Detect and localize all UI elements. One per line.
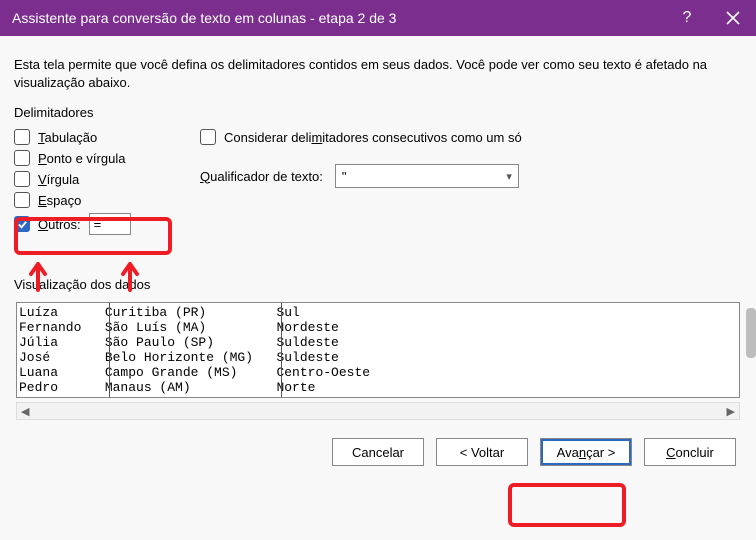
preview-row: Luana Campo Grande (MS) Centro-Oeste (19, 365, 737, 380)
close-icon (726, 11, 740, 25)
dialog-title: Assistente para conversão de texto em co… (12, 10, 664, 26)
checkbox-comma[interactable] (14, 171, 30, 187)
checkbox-consecutive-row[interactable]: Considerar delimitadores consecutivos co… (200, 128, 742, 146)
column-separator (109, 303, 110, 397)
checkbox-semicolon[interactable] (14, 150, 30, 166)
close-button[interactable] (710, 0, 756, 36)
scroll-left-icon[interactable]: ◀ (17, 405, 33, 418)
checkbox-consecutive[interactable] (200, 129, 216, 145)
checkbox-tab[interactable] (14, 129, 30, 145)
chevron-down-icon: ▾ (506, 170, 512, 183)
checkbox-space-label: Espaço (38, 193, 81, 208)
preview-row: Júlia São Paulo (SP) Suldeste (19, 335, 737, 350)
checkbox-consecutive-label: Considerar delimitadores consecutivos co… (224, 130, 522, 145)
checkbox-semicolon-label: Ponto e vírgula (38, 151, 125, 166)
checkbox-comma-row[interactable]: Vírgula (14, 170, 174, 188)
checkbox-semicolon-row[interactable]: Ponto e vírgula (14, 149, 174, 167)
checkbox-space[interactable] (14, 192, 30, 208)
checkbox-other[interactable] (14, 216, 30, 232)
text-qualifier-value: " (342, 169, 347, 184)
preview-row: José Belo Horizonte (MG) Suldeste (19, 350, 737, 365)
cancel-button[interactable]: Cancelar (332, 438, 424, 466)
delimiters-heading: Delimitadores (14, 105, 174, 120)
dialog-body: Esta tela permite que você defina os del… (0, 36, 756, 478)
preview-heading: Visualização dos dados (14, 277, 742, 292)
horizontal-scrollbar[interactable]: ◀ ▶ (16, 402, 740, 420)
checkbox-tab-label: Tabulação (38, 130, 97, 145)
text-qualifier-select[interactable]: " ▾ (335, 164, 519, 188)
column-separator (281, 303, 282, 397)
checkbox-other-label: Outros: (38, 217, 81, 232)
finish-button[interactable]: Concluir (644, 438, 736, 466)
vertical-scrollbar[interactable] (746, 308, 756, 358)
options-group: Considerar delimitadores consecutivos co… (200, 105, 742, 188)
button-row: Cancelar < Voltar Avançar > Concluir (14, 438, 742, 466)
checkbox-other-row[interactable]: Outros: (14, 212, 174, 236)
text-qualifier-label: Qualificador de texto: (200, 169, 323, 184)
check-icon (17, 219, 28, 230)
checkbox-tab-row[interactable]: Tabulação (14, 128, 174, 146)
help-button[interactable]: ? (664, 0, 710, 36)
preview-row: Luíza Curitiba (PR) Sul (19, 305, 737, 320)
delimiters-group: Delimitadores Tabulação Ponto e vírgula … (14, 105, 174, 239)
preview-row: Fernando São Luís (MA) Nordeste (19, 320, 737, 335)
checkbox-space-row[interactable]: Espaço (14, 191, 174, 209)
other-delimiter-input[interactable] (89, 213, 131, 235)
scroll-right-icon[interactable]: ▶ (723, 405, 739, 418)
preview-row: Pedro Manaus (AM) Norte (19, 380, 737, 395)
checkbox-comma-label: Vírgula (38, 172, 79, 187)
titlebar: Assistente para conversão de texto em co… (0, 0, 756, 36)
back-button[interactable]: < Voltar (436, 438, 528, 466)
next-button[interactable]: Avançar > (540, 438, 632, 466)
description-text: Esta tela permite que você defina os del… (14, 56, 742, 91)
data-preview: Luíza Curitiba (PR) SulFernando São Luís… (16, 302, 740, 398)
annotation-highlight-next (508, 483, 626, 527)
